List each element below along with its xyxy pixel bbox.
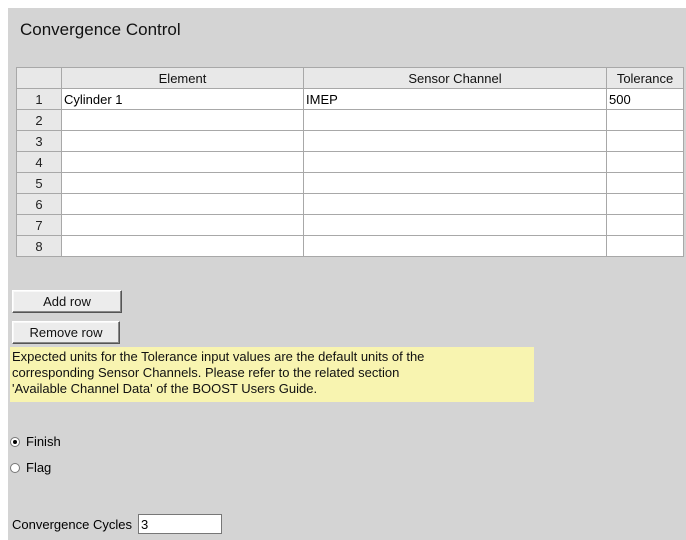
convergence-table: Element Sensor Channel Tolerance 1 Cylind… xyxy=(16,67,684,257)
tolerance-units-note: Expected units for the Tolerance input v… xyxy=(10,347,534,402)
tolerance-cell[interactable] xyxy=(606,109,684,131)
table-corner-cell xyxy=(16,67,62,89)
element-cell[interactable] xyxy=(61,151,304,173)
table-row: 2 xyxy=(16,109,684,131)
table-row: 4 xyxy=(16,151,684,173)
row-number-cell[interactable]: 4 xyxy=(16,151,62,173)
column-header-tolerance[interactable]: Tolerance xyxy=(606,67,684,89)
flag-radio[interactable] xyxy=(10,462,20,473)
row-number-cell[interactable]: 3 xyxy=(16,130,62,152)
flag-option[interactable]: Flag xyxy=(10,460,51,475)
convergence-control-panel: Convergence Control Element Sensor Chann… xyxy=(8,8,686,540)
row-number-cell[interactable]: 2 xyxy=(16,109,62,131)
tolerance-cell[interactable] xyxy=(606,235,684,257)
table-row: 3 xyxy=(16,130,684,152)
finish-option[interactable]: Finish xyxy=(10,434,61,449)
row-number-cell[interactable]: 8 xyxy=(16,235,62,257)
convergence-cycles-input[interactable] xyxy=(137,514,222,534)
element-cell[interactable] xyxy=(61,214,304,236)
convergence-cycles-label: Convergence Cycles xyxy=(12,516,132,532)
element-cell[interactable] xyxy=(61,172,304,194)
table-row: 1 Cylinder 1 IMEP 500 xyxy=(16,88,684,110)
tolerance-cell[interactable] xyxy=(606,193,684,215)
sensor-channel-cell[interactable] xyxy=(303,214,607,236)
sensor-channel-cell[interactable] xyxy=(303,172,607,194)
tolerance-cell[interactable] xyxy=(606,214,684,236)
column-header-element[interactable]: Element xyxy=(61,67,304,89)
tolerance-cell[interactable]: 500 xyxy=(606,88,684,110)
convergence-cycles-row: Convergence Cycles xyxy=(12,514,222,534)
note-line: Expected units for the Tolerance input v… xyxy=(12,349,425,364)
table-row: 5 xyxy=(16,172,684,194)
column-header-sensor-channel[interactable]: Sensor Channel xyxy=(303,67,607,89)
element-cell[interactable]: Cylinder 1 xyxy=(61,88,304,110)
finish-radio[interactable] xyxy=(10,436,20,447)
table-row: 6 xyxy=(16,193,684,215)
panel-title: Convergence Control xyxy=(20,20,181,39)
remove-row-button[interactable]: Remove row xyxy=(12,321,120,344)
sensor-channel-cell[interactable] xyxy=(303,109,607,131)
row-number-cell[interactable]: 5 xyxy=(16,172,62,194)
note-line: corresponding Sensor Channels. Please re… xyxy=(12,365,400,380)
table-row: 7 xyxy=(16,214,684,236)
element-cell[interactable] xyxy=(61,130,304,152)
element-cell[interactable] xyxy=(61,109,304,131)
finish-label: Finish xyxy=(26,434,61,449)
element-cell[interactable] xyxy=(61,235,304,257)
sensor-channel-cell[interactable] xyxy=(303,130,607,152)
sensor-channel-cell[interactable] xyxy=(303,193,607,215)
table-row: 8 xyxy=(16,235,684,257)
table-header-row: Element Sensor Channel Tolerance xyxy=(16,67,684,89)
sensor-channel-cell[interactable] xyxy=(303,235,607,257)
row-number-cell[interactable]: 6 xyxy=(16,193,62,215)
element-cell[interactable] xyxy=(61,193,304,215)
tolerance-cell[interactable] xyxy=(606,172,684,194)
row-number-cell[interactable]: 7 xyxy=(16,214,62,236)
add-row-button[interactable]: Add row xyxy=(12,290,122,313)
sensor-channel-cell[interactable]: IMEP xyxy=(303,88,607,110)
note-line: 'Available Channel Data' of the BOOST Us… xyxy=(12,381,318,396)
sensor-channel-cell[interactable] xyxy=(303,151,607,173)
tolerance-cell[interactable] xyxy=(606,130,684,152)
flag-label: Flag xyxy=(26,460,52,475)
tolerance-cell[interactable] xyxy=(606,151,684,173)
row-number-cell[interactable]: 1 xyxy=(16,88,62,110)
